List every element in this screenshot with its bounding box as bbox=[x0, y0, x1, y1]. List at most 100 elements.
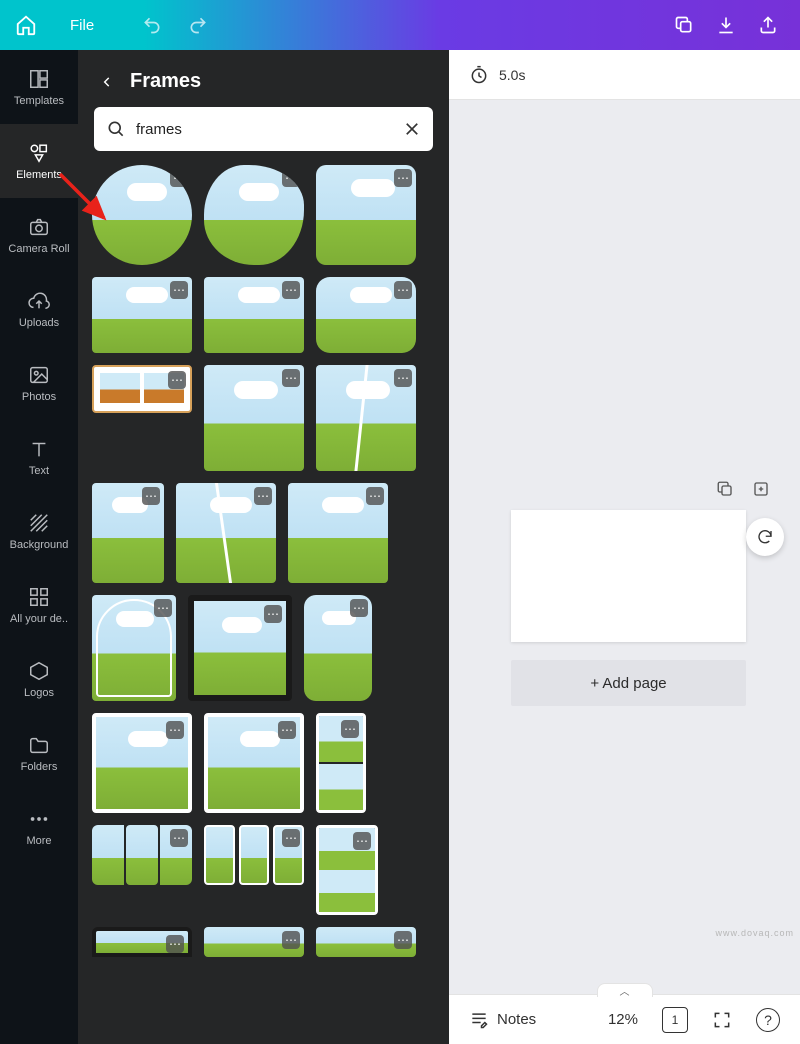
frame-tall[interactable]: ⋯ bbox=[92, 483, 164, 583]
text-icon bbox=[28, 438, 50, 460]
frame-portrait-torn[interactable]: ⋯ bbox=[316, 365, 416, 471]
frame-options[interactable]: ⋯ bbox=[278, 721, 296, 739]
add-page-button[interactable]: + Add page bbox=[511, 660, 746, 706]
frame-bordered[interactable]: ⋯ bbox=[92, 713, 192, 813]
elements-panel: Frames ⋯ ⋯ ⋯ ⋯ ⋯ ⋯ bbox=[78, 50, 449, 1044]
frame-options[interactable]: ⋯ bbox=[166, 935, 184, 953]
frame-options[interactable]: ⋯ bbox=[282, 281, 300, 299]
copy-icon bbox=[674, 15, 694, 35]
rail-folders[interactable]: Folders bbox=[0, 716, 78, 790]
rail-text[interactable]: Text bbox=[0, 420, 78, 494]
frame-portrait[interactable]: ⋯ bbox=[204, 365, 304, 471]
more-icon bbox=[28, 808, 50, 830]
copy-button[interactable] bbox=[674, 15, 694, 35]
rail-label: Templates bbox=[14, 95, 64, 107]
notes-icon bbox=[469, 1010, 489, 1030]
zoom-level[interactable]: 12% bbox=[608, 1011, 638, 1028]
frame-options[interactable]: ⋯ bbox=[394, 281, 412, 299]
canvas-page[interactable] bbox=[511, 510, 746, 642]
back-button[interactable] bbox=[98, 73, 116, 91]
frame-options[interactable]: ⋯ bbox=[353, 832, 371, 850]
share-icon bbox=[758, 15, 778, 35]
rail-more[interactable]: More bbox=[0, 790, 78, 864]
home-button[interactable] bbox=[0, 0, 52, 50]
rail-all-designs[interactable]: All your de.. bbox=[0, 568, 78, 642]
frame-blob[interactable]: ⋯ bbox=[204, 165, 304, 265]
redo-icon[interactable] bbox=[188, 15, 208, 35]
frame-options[interactable]: ⋯ bbox=[170, 829, 188, 847]
frame-square-bite[interactable]: ⋯ bbox=[288, 483, 388, 583]
workspace[interactable]: + Add page www.dovaq.com bbox=[449, 100, 800, 994]
frame-polaroid-strip[interactable]: ⋯ bbox=[92, 365, 192, 413]
frame-options[interactable]: ⋯ bbox=[142, 487, 160, 505]
frame-landscape-rounded[interactable]: ⋯ bbox=[316, 277, 416, 353]
background-icon bbox=[28, 512, 50, 534]
rail-background[interactable]: Background bbox=[0, 494, 78, 568]
notes-button[interactable]: Notes bbox=[469, 1010, 536, 1030]
frame-laptop[interactable]: ⋯ bbox=[92, 927, 192, 957]
frame-wide[interactable]: ⋯ bbox=[316, 927, 416, 957]
frame-options[interactable]: ⋯ bbox=[170, 281, 188, 299]
rail-label: All your de.. bbox=[10, 613, 68, 625]
duplicate-page-icon[interactable] bbox=[716, 480, 734, 498]
rail-label: Folders bbox=[21, 761, 58, 773]
frame-landscape[interactable]: ⋯ bbox=[92, 277, 192, 353]
frame-options[interactable]: ⋯ bbox=[264, 605, 282, 623]
frame-options[interactable]: ⋯ bbox=[154, 599, 172, 617]
frame-options[interactable]: ⋯ bbox=[341, 720, 359, 738]
bottom-bar: ︿ Notes 12% 1 ? bbox=[449, 994, 800, 1044]
rail-templates[interactable]: Templates bbox=[0, 50, 78, 124]
expand-handle[interactable]: ︿ bbox=[597, 983, 653, 997]
frame-options[interactable]: ⋯ bbox=[282, 369, 300, 387]
frame-triptych[interactable]: ⋯ bbox=[204, 825, 304, 885]
clear-search-icon[interactable] bbox=[403, 120, 421, 138]
share-button[interactable] bbox=[758, 15, 778, 35]
frame-options[interactable]: ⋯ bbox=[282, 829, 300, 847]
frame-options[interactable]: ⋯ bbox=[168, 371, 186, 389]
frame-wide[interactable]: ⋯ bbox=[204, 927, 304, 957]
rail-label: Camera Roll bbox=[8, 243, 69, 255]
main-layout: Templates Elements Camera Roll Uploads P… bbox=[0, 50, 800, 1044]
frame-options[interactable]: ⋯ bbox=[282, 169, 300, 187]
frame-double-stack[interactable]: ⋯ bbox=[316, 825, 378, 915]
search-input[interactable] bbox=[136, 121, 393, 138]
frame-options[interactable]: ⋯ bbox=[394, 931, 412, 949]
rail-label: Uploads bbox=[19, 317, 59, 329]
frame-double-stack[interactable]: ⋯ bbox=[316, 713, 366, 813]
frame-options[interactable]: ⋯ bbox=[170, 169, 188, 187]
regenerate-button[interactable] bbox=[746, 518, 784, 556]
fullscreen-icon[interactable] bbox=[712, 1010, 732, 1030]
rail-logos[interactable]: Logos bbox=[0, 642, 78, 716]
duration-label[interactable]: 5.0s bbox=[499, 67, 525, 83]
templates-icon bbox=[28, 68, 50, 90]
rail-uploads[interactable]: Uploads bbox=[0, 272, 78, 346]
frame-bordered[interactable]: ⋯ bbox=[204, 713, 304, 813]
timing-bar: 5.0s bbox=[449, 50, 800, 100]
clock-icon[interactable] bbox=[469, 65, 489, 85]
frame-arch[interactable]: ⋯ bbox=[92, 595, 176, 701]
frames-grid[interactable]: ⋯ ⋯ ⋯ ⋯ ⋯ ⋯ ⋯ ⋯ ⋯ ⋯ ⋯ ⋯ ⋯ ⋯ ⋯ ⋯ bbox=[78, 165, 449, 1044]
frame-options[interactable]: ⋯ bbox=[394, 169, 412, 187]
frame-options[interactable]: ⋯ bbox=[350, 599, 368, 617]
help-button[interactable]: ? bbox=[756, 1008, 780, 1032]
download-button[interactable] bbox=[716, 15, 736, 35]
page-tools bbox=[716, 480, 770, 498]
frame-landscape[interactable]: ⋯ bbox=[204, 277, 304, 353]
add-page-icon[interactable] bbox=[752, 480, 770, 498]
frame-options[interactable]: ⋯ bbox=[366, 487, 384, 505]
frame-options[interactable]: ⋯ bbox=[166, 721, 184, 739]
frame-options[interactable]: ⋯ bbox=[394, 369, 412, 387]
rail-photos[interactable]: Photos bbox=[0, 346, 78, 420]
frame-options[interactable]: ⋯ bbox=[254, 487, 272, 505]
rail-label: Photos bbox=[22, 391, 56, 403]
undo-icon[interactable] bbox=[142, 15, 162, 35]
frame-film[interactable]: ⋯ bbox=[188, 595, 292, 701]
file-menu[interactable]: File bbox=[52, 0, 112, 50]
frame-rounded-square[interactable]: ⋯ bbox=[316, 165, 416, 265]
frame-tall-rounded[interactable]: ⋯ bbox=[304, 595, 372, 701]
frame-triptych-curved[interactable]: ⋯ bbox=[92, 825, 192, 885]
watermark: www.dovaq.com bbox=[715, 928, 794, 938]
frame-square-torn[interactable]: ⋯ bbox=[176, 483, 276, 583]
page-indicator[interactable]: 1 bbox=[662, 1007, 688, 1033]
frame-options[interactable]: ⋯ bbox=[282, 931, 300, 949]
